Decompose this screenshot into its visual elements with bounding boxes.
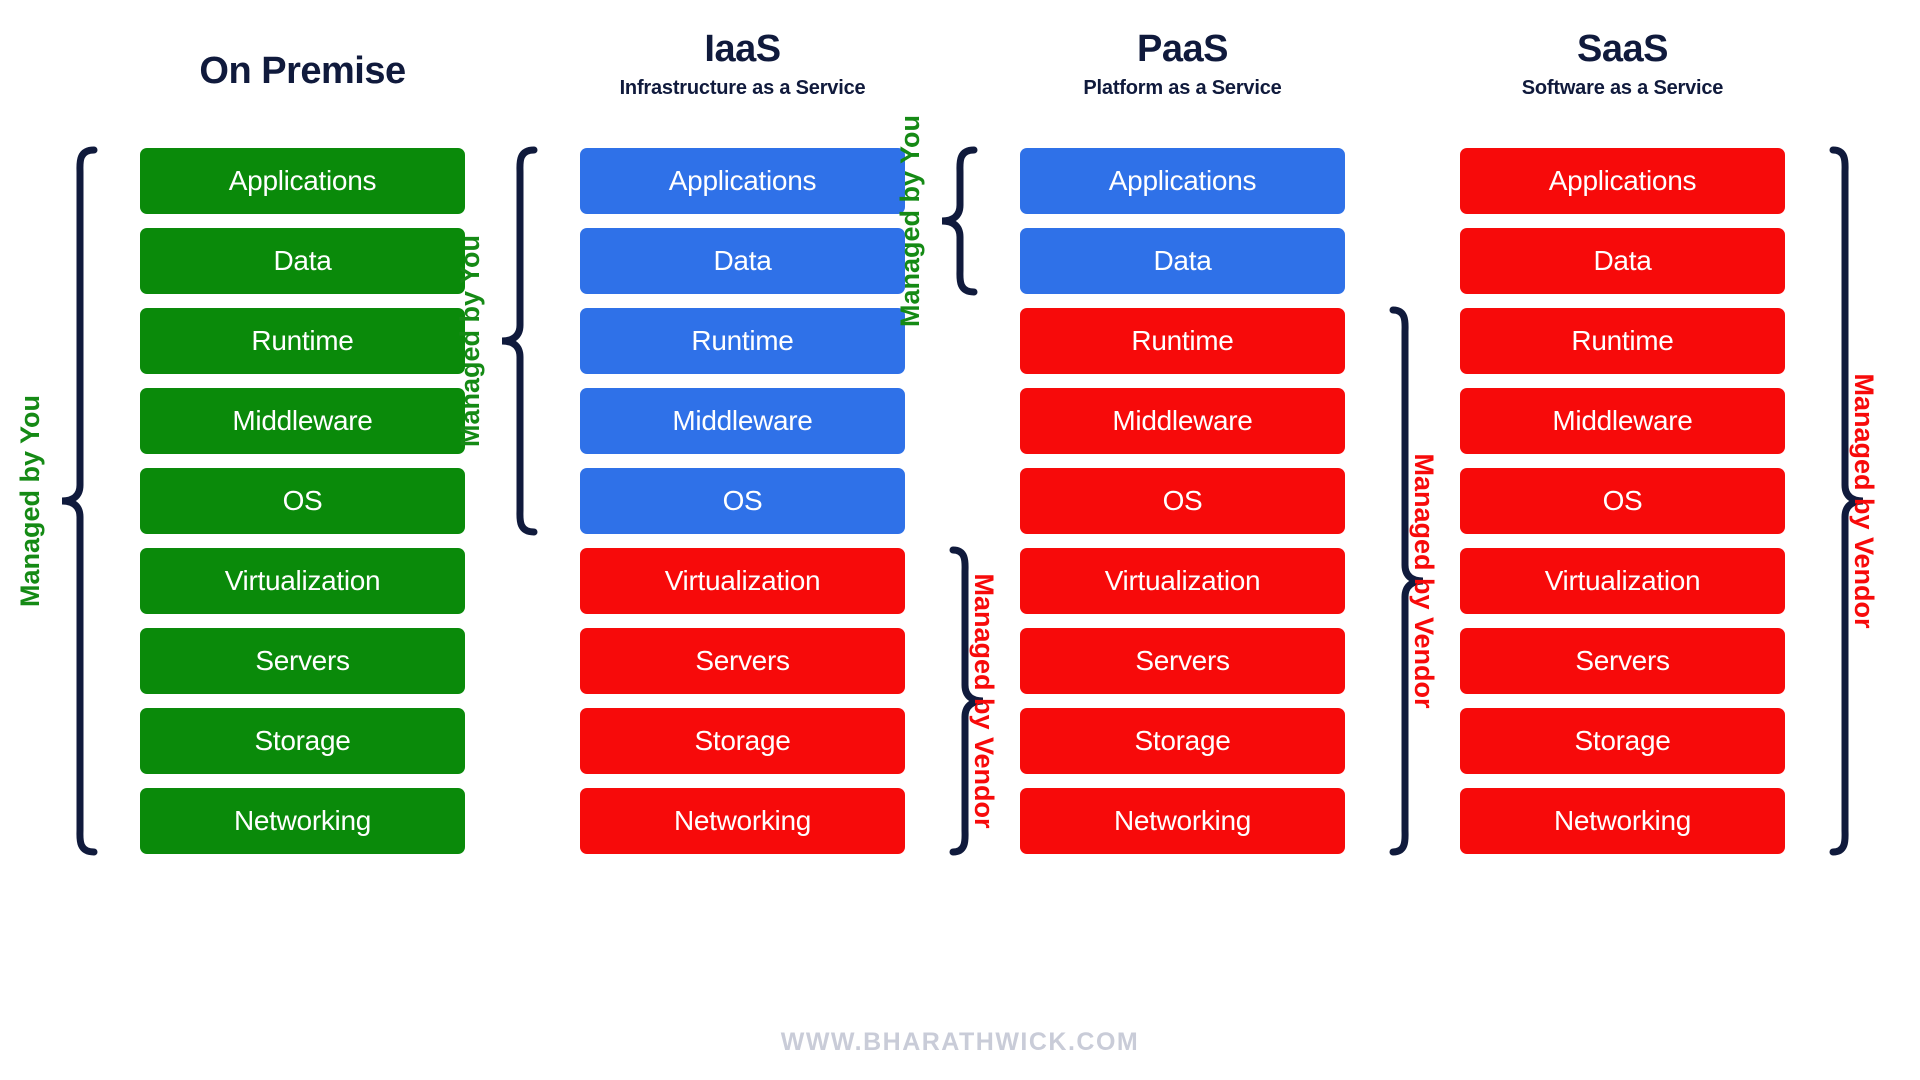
layer-label: Networking — [233, 805, 372, 836]
layer-stack-3: Applications Data Runtime Middleware OS Virtu… — [1460, 148, 1785, 868]
layer-label: Data — [1593, 245, 1652, 276]
layer-box[interactable]: Data — [1020, 228, 1345, 294]
layer-label: Storage — [1134, 725, 1231, 756]
layer-box[interactable]: OS — [1460, 468, 1785, 534]
layer-box[interactable]: Virtualization — [1460, 548, 1785, 614]
layer-label: Servers — [1575, 645, 1670, 676]
layer-label: Middleware — [672, 405, 813, 436]
layer-label: Storage — [694, 725, 791, 756]
layer-box[interactable]: Storage — [580, 708, 905, 774]
layer-label: Virtualization — [1104, 565, 1261, 596]
column-header-0: On Premise — [140, 30, 465, 92]
column-header-2: PaaS Platform as a Service — [1020, 28, 1345, 100]
watermark: WWW.BHARATHWICK.COM — [780, 1028, 1140, 1056]
layer-label: Virtualization — [664, 565, 821, 596]
layer-box[interactable]: Servers — [140, 628, 465, 694]
column-subtitle: Software as a Service — [1521, 76, 1724, 99]
layer-label: Middleware — [1112, 405, 1253, 436]
brace-label-you: Managed by You — [455, 234, 485, 448]
layer-label: Storage — [254, 725, 351, 756]
brace-label-vendor: Managed by Vendor — [1849, 373, 1879, 629]
layer-box[interactable]: Servers — [1020, 628, 1345, 694]
layer-box[interactable]: Middleware — [140, 388, 465, 454]
layer-label: Runtime — [1571, 325, 1674, 356]
layer-label: Applications — [1108, 165, 1257, 196]
layer-stack-0: Applications Data Runtime Middleware OS Virtu… — [140, 148, 465, 868]
layer-label: Applications — [668, 165, 817, 196]
layer-box[interactable]: Servers — [580, 628, 905, 694]
column-title: SaaS — [1577, 28, 1668, 70]
layer-box[interactable]: Networking — [140, 788, 465, 854]
column-title: PaaS — [1137, 28, 1228, 70]
layer-label: OS — [282, 485, 323, 516]
layer-label: Data — [273, 245, 332, 276]
layer-label: Middleware — [1552, 405, 1693, 436]
layer-box[interactable]: OS — [580, 468, 905, 534]
column-title: IaaS — [704, 28, 781, 70]
layer-stack-1: Applications Data Runtime Middleware OS Virtu… — [580, 148, 905, 868]
layer-label: Runtime — [691, 325, 794, 356]
layer-label: Data — [713, 245, 772, 276]
layer-box[interactable]: Runtime — [580, 308, 905, 374]
layer-box[interactable]: OS — [1020, 468, 1345, 534]
layer-box[interactable]: Virtualization — [140, 548, 465, 614]
layer-box[interactable]: Virtualization — [1020, 548, 1345, 614]
layer-box[interactable]: Data — [580, 228, 905, 294]
layer-box[interactable]: Middleware — [580, 388, 905, 454]
layer-box[interactable]: Virtualization — [580, 548, 905, 614]
layer-label: Networking — [673, 805, 812, 836]
layer-label: Networking — [1113, 805, 1252, 836]
layer-label: Runtime — [251, 325, 354, 356]
brace-you — [60, 146, 98, 856]
layer-label: OS — [1602, 485, 1643, 516]
layer-label: Networking — [1553, 805, 1692, 836]
brace-label-you: Managed by You — [895, 114, 925, 328]
layer-box[interactable]: Storage — [1460, 708, 1785, 774]
layer-box[interactable]: Servers — [1460, 628, 1785, 694]
layer-box[interactable]: Applications — [1460, 148, 1785, 214]
column-title: On Premise — [199, 50, 406, 92]
layer-label: Storage — [1574, 725, 1671, 756]
layer-label: OS — [1162, 485, 1203, 516]
layer-stack-2: Applications Data Runtime Middleware OS Virtu… — [1020, 148, 1345, 868]
column-header-1: IaaS Infrastructure as a Service — [580, 28, 905, 100]
layer-box[interactable]: OS — [140, 468, 465, 534]
layer-label: Servers — [255, 645, 350, 676]
layer-box[interactable]: Middleware — [1460, 388, 1785, 454]
layer-box[interactable]: Runtime — [1020, 308, 1345, 374]
layer-label: Applications — [228, 165, 377, 196]
layer-label: Middleware — [232, 405, 373, 436]
brace-label-vendor: Managed by Vendor — [969, 573, 999, 829]
brace-label-vendor: Managed by Vendor — [1409, 453, 1439, 709]
layer-label: Servers — [1135, 645, 1230, 676]
column-header-3: SaaS Software as a Service — [1460, 28, 1785, 100]
layer-box[interactable]: Storage — [140, 708, 465, 774]
layer-label: Runtime — [1131, 325, 1234, 356]
layer-label: Virtualization — [1544, 565, 1701, 596]
layer-box[interactable]: Data — [1460, 228, 1785, 294]
layer-box[interactable]: Middleware — [1020, 388, 1345, 454]
brace-label-you: Managed by You — [15, 394, 45, 608]
layer-box[interactable]: Runtime — [1460, 308, 1785, 374]
layer-box[interactable]: Storage — [1020, 708, 1345, 774]
brace-you — [940, 146, 978, 296]
layer-box[interactable]: Networking — [1020, 788, 1345, 854]
diagram-canvas: On Premise Applications Data Runtime Middlew… — [0, 0, 1920, 1080]
column-subtitle: Platform as a Service — [1083, 76, 1282, 99]
column-subtitle: Infrastructure as a Service — [619, 76, 866, 99]
layer-label: OS — [722, 485, 763, 516]
layer-box[interactable]: Networking — [580, 788, 905, 854]
layer-box[interactable]: Networking — [1460, 788, 1785, 854]
layer-box[interactable]: Applications — [580, 148, 905, 214]
layer-label: Data — [1153, 245, 1212, 276]
layer-box[interactable]: Applications — [1020, 148, 1345, 214]
layer-label: Applications — [1548, 165, 1697, 196]
layer-label: Servers — [695, 645, 790, 676]
layer-label: Virtualization — [224, 565, 381, 596]
layer-box[interactable]: Runtime — [140, 308, 465, 374]
layer-box[interactable]: Applications — [140, 148, 465, 214]
layer-box[interactable]: Data — [140, 228, 465, 294]
brace-you — [500, 146, 538, 536]
